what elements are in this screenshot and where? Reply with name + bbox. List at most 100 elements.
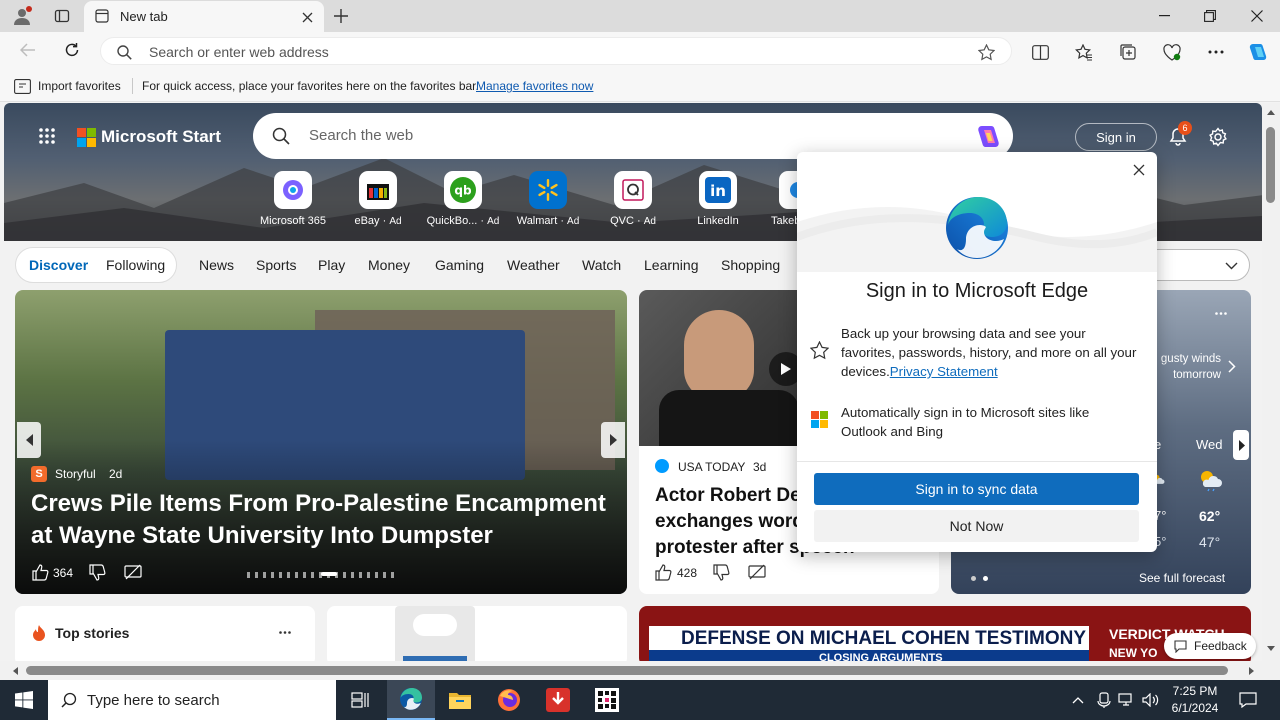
tab-discover[interactable]: Discover (29, 257, 88, 273)
carousel-next-icon[interactable] (601, 422, 625, 458)
volume-icon[interactable] (1140, 690, 1160, 710)
hide-story-icon[interactable] (123, 562, 143, 582)
tab-title: New tab (120, 9, 168, 24)
microsoft-365-icon (274, 171, 312, 209)
privacy-statement-link[interactable]: Privacy Statement (890, 364, 998, 379)
feedback-icon (1173, 639, 1187, 653)
not-now-button[interactable]: Not Now (814, 510, 1139, 542)
weather-next-icon[interactable] (1225, 357, 1239, 375)
network-icon[interactable] (1116, 690, 1136, 710)
product-image (395, 606, 475, 661)
weather-alert[interactable]: gusty winds tomorrow (1151, 351, 1221, 383)
nav-money[interactable]: Money (368, 257, 410, 273)
hero-story-card[interactable]: S Storyful 2d Crews Pile Items From Pro-… (15, 290, 627, 594)
sign-in-sync-button[interactable]: Sign in to sync data (814, 473, 1139, 505)
favorites-icon[interactable] (1072, 40, 1096, 64)
split-screen-icon[interactable] (1028, 40, 1052, 64)
nav-news[interactable]: News (199, 257, 234, 273)
notification-center-icon[interactable] (1236, 688, 1260, 712)
weather-more-icon[interactable] (1211, 306, 1231, 320)
popup-close-icon[interactable] (1129, 160, 1149, 180)
nav-shopping[interactable]: Shopping (721, 257, 780, 273)
top-stories-more-icon[interactable] (275, 624, 295, 640)
copilot-icon[interactable] (1245, 39, 1271, 65)
see-full-forecast-link[interactable]: See full forecast (1139, 571, 1225, 585)
quick-link-ebay[interactable]: eBay · Ad (339, 171, 417, 227)
nav-weather[interactable]: Weather (507, 257, 560, 273)
like-icon[interactable] (653, 562, 673, 582)
page-settings-gear-icon[interactable] (1206, 125, 1230, 149)
popup-star-icon (809, 340, 829, 360)
hero-headline[interactable]: Crews Pile Items From Pro-Palestine Enca… (31, 488, 621, 552)
msn-brand[interactable]: Microsoft Start (101, 127, 221, 147)
nav-learning[interactable]: Learning (644, 257, 699, 273)
refresh-icon[interactable] (60, 38, 84, 62)
tab-new-tab[interactable]: New tab (84, 1, 324, 32)
page-horizontal-scrollbar[interactable] (0, 661, 1280, 680)
like-icon[interactable] (30, 562, 50, 582)
vertical-scroll-thumb[interactable] (1266, 127, 1275, 203)
downloader-app-icon[interactable] (534, 680, 582, 720)
scroll-up-icon[interactable] (1265, 107, 1277, 117)
quick-link-qvc[interactable]: QVC · Ad (594, 171, 672, 227)
web-search-icon (271, 126, 291, 146)
quick-link-takeb[interactable]: Takeb (759, 171, 799, 227)
nav-sports[interactable]: Sports (256, 257, 296, 273)
tab-actions-icon[interactable] (50, 4, 74, 28)
hide-story-icon[interactable] (747, 562, 767, 582)
product-ad-card[interactable] (327, 606, 627, 661)
manage-favorites-link[interactable]: Manage favorites now (476, 79, 593, 93)
meet-now-icon[interactable] (1094, 690, 1114, 710)
grid-app-icon[interactable] (583, 680, 631, 720)
nav-gaming[interactable]: Gaming (435, 257, 484, 273)
horizontal-scroll-thumb[interactable] (26, 666, 1228, 675)
browser-essentials-icon[interactable] (1160, 40, 1184, 64)
new-tab-icon[interactable] (330, 5, 352, 27)
favorite-star-icon[interactable] (975, 42, 997, 62)
scroll-left-icon[interactable] (10, 665, 20, 677)
windows-start-icon[interactable] (0, 680, 48, 720)
import-favorites-button[interactable]: Import favorites (38, 79, 121, 93)
profile-icon[interactable] (10, 4, 34, 28)
import-favorites-icon[interactable] (13, 78, 31, 94)
scroll-down-icon[interactable] (1265, 643, 1277, 653)
minimize-icon[interactable] (1150, 4, 1178, 28)
dislike-icon[interactable] (711, 562, 731, 582)
nav-play[interactable]: Play (318, 257, 345, 273)
restore-icon[interactable] (1196, 4, 1224, 28)
show-hidden-icons-icon[interactable] (1068, 690, 1088, 710)
quick-link-microsoft-365[interactable]: Microsoft 365 (254, 171, 332, 227)
settings-more-icon[interactable] (1204, 40, 1228, 64)
taskbar-search-box[interactable]: Type here to search (48, 680, 336, 720)
taskbar-edge-icon[interactable] (387, 680, 435, 720)
page-vertical-scrollbar[interactable] (1262, 103, 1280, 661)
copilot-search-icon[interactable] (973, 123, 1003, 151)
msn-sign-in-button[interactable]: Sign in (1075, 123, 1157, 151)
apps-grid-icon[interactable] (36, 125, 58, 147)
firefox-icon[interactable] (485, 680, 533, 720)
task-view-icon[interactable] (340, 680, 380, 720)
quick-link-walmart[interactable]: Walmart · Ad (509, 171, 587, 227)
dislike-icon[interactable] (87, 562, 107, 582)
tab-following[interactable]: Following (106, 257, 165, 273)
ticker-headline: DEFENSE ON MICHAEL COHEN TESTIMONY (681, 628, 1087, 649)
hero-source: Storyful (55, 467, 96, 481)
address-bar[interactable]: Search or enter web address (100, 37, 1012, 65)
scroll-right-icon[interactable] (1246, 665, 1256, 677)
close-tab-icon[interactable] (298, 8, 316, 26)
carousel-prev-icon[interactable] (17, 422, 41, 458)
quick-link-linkedin[interactable]: in LinkedIn (679, 171, 757, 227)
forecast-scroll-right-icon[interactable] (1233, 430, 1249, 460)
feedback-button[interactable]: Feedback (1164, 633, 1256, 659)
taskbar-clock[interactable]: 7:25 PM 6/1/2024 (1166, 683, 1224, 717)
close-window-icon[interactable] (1243, 4, 1271, 28)
video-news-card[interactable]: DEFENSE ON MICHAEL COHEN TESTIMONY CLOSI… (639, 606, 1251, 661)
edge-logo-icon (943, 194, 1011, 262)
quick-link-quickbooks[interactable]: qb QuickBo... · Ad (424, 171, 502, 227)
quick-link-label: QuickBo... (426, 215, 478, 227)
ticker-banner: DEFENSE ON MICHAEL COHEN TESTIMONY CLOSI… (649, 626, 1089, 661)
nav-watch[interactable]: Watch (582, 257, 621, 273)
collections-icon[interactable] (1116, 40, 1140, 64)
file-explorer-icon[interactable] (436, 680, 484, 720)
back-icon[interactable] (16, 38, 40, 62)
